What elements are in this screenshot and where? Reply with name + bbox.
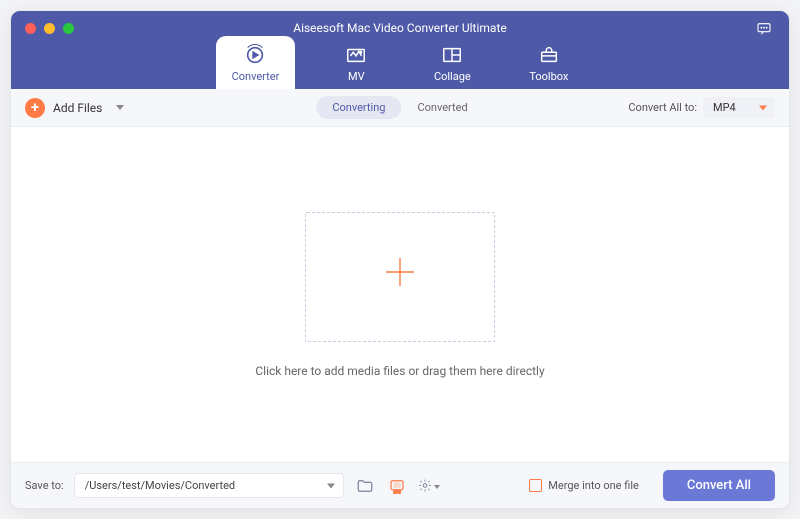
tab-mv[interactable]: MV (321, 36, 391, 89)
footer: Save to: /Users/test/Movies/Converted GP… (11, 462, 789, 508)
merge-label: Merge into one file (548, 479, 639, 492)
plus-icon: + (25, 98, 45, 118)
maximize-window-button[interactable] (63, 23, 74, 34)
add-media-dropzone[interactable] (305, 212, 495, 342)
close-window-button[interactable] (25, 23, 36, 34)
save-path-value: /Users/test/Movies/Converted (85, 479, 235, 492)
segment-converted[interactable]: Converted (401, 96, 483, 119)
titlebar: Aiseesoft Mac Video Converter Ultimate C… (11, 11, 789, 89)
main-content: Click here to add media files or drag th… (11, 127, 789, 462)
conversion-state-segmented: Converting Converted (316, 96, 483, 119)
merge-checkbox[interactable]: Merge into one file (529, 479, 639, 492)
tab-converter[interactable]: Converter (216, 36, 296, 89)
tab-label: Toolbox (529, 70, 568, 83)
minimize-window-button[interactable] (44, 23, 55, 34)
tab-toolbox[interactable]: Toolbox (513, 36, 584, 89)
settings-button[interactable] (418, 475, 440, 497)
convert-all-to-label: Convert All to: (628, 101, 697, 114)
svg-text:GPU: GPU (393, 490, 401, 494)
chevron-down-icon (116, 105, 124, 110)
toolbar: + Add Files Converting Converted Convert… (11, 89, 789, 127)
converter-icon (244, 44, 266, 66)
add-files-label: Add Files (53, 101, 102, 115)
mv-icon (345, 44, 367, 66)
toolbox-icon (538, 44, 560, 66)
tab-collage[interactable]: Collage (417, 36, 487, 89)
gpu-accel-button[interactable]: GPU (386, 475, 408, 497)
tab-label: Converter (232, 70, 280, 83)
segment-converting[interactable]: Converting (316, 96, 401, 119)
collage-icon (441, 44, 463, 66)
open-folder-button[interactable] (354, 475, 376, 497)
output-format-select[interactable]: MP4 (703, 97, 775, 118)
feedback-icon[interactable] (755, 21, 773, 37)
output-format-value: MP4 (713, 101, 736, 114)
save-path-select[interactable]: /Users/test/Movies/Converted (74, 473, 344, 498)
tab-label: Collage (434, 70, 471, 83)
convert-all-button[interactable]: Convert All (663, 470, 775, 501)
window-title: Aiseesoft Mac Video Converter Ultimate (11, 11, 789, 35)
app-window: Aiseesoft Mac Video Converter Ultimate C… (10, 10, 790, 509)
main-tabs: Converter MV Collage (11, 35, 789, 89)
checkbox-icon (529, 479, 542, 492)
plus-icon (380, 252, 420, 301)
dropzone-hint: Click here to add media files or drag th… (255, 364, 544, 378)
traffic-lights (25, 23, 74, 34)
toolbar-right: Convert All to: MP4 (628, 97, 775, 118)
save-to-label: Save to: (25, 479, 64, 492)
tab-label: MV (348, 70, 365, 83)
add-files-button[interactable]: + Add Files (25, 98, 124, 118)
